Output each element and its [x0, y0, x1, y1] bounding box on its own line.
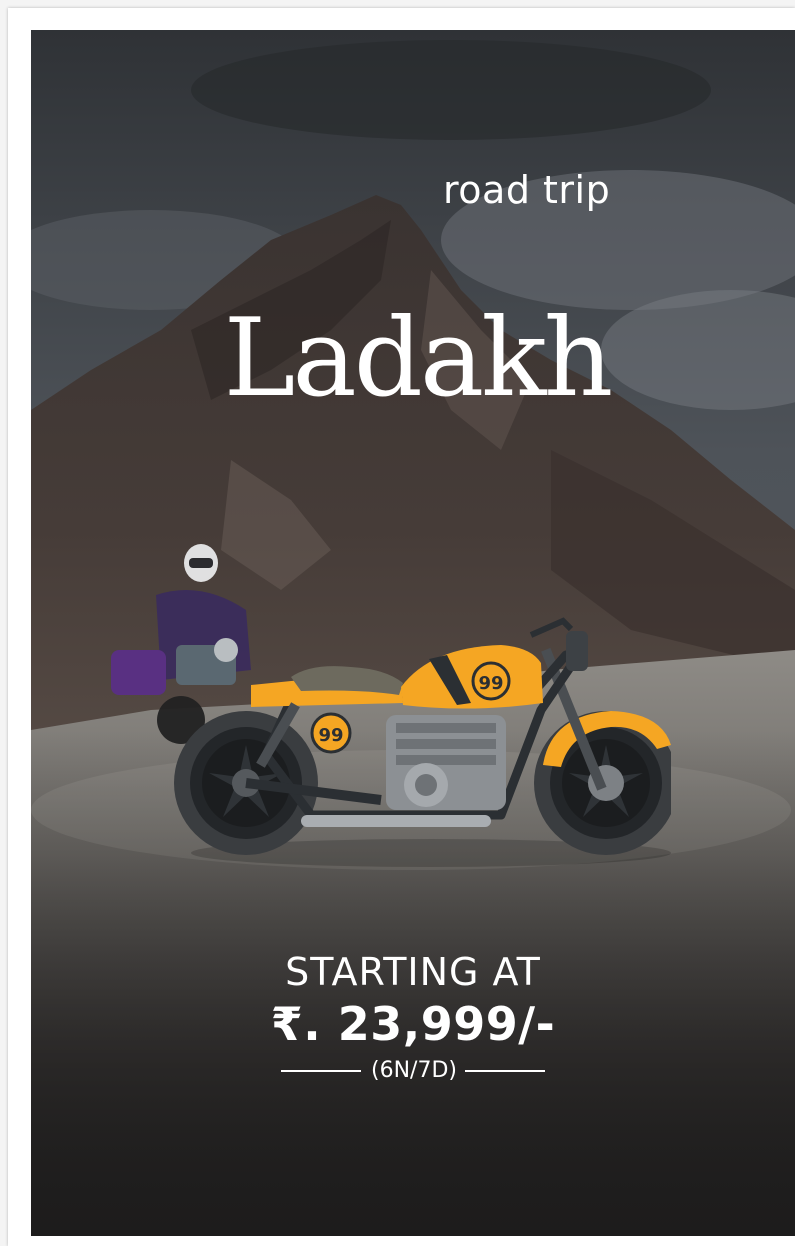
price-value: ₹. 23,999/- [270, 997, 556, 1051]
tour-poster: road trip Ladakh 99 99 STARTING AT ₹. 23… [31, 30, 795, 1236]
starting-at-label: STARTING AT [285, 950, 541, 994]
destination-title: Ladakh [223, 296, 614, 421]
tank-number-plate: 99 [478, 673, 503, 694]
price-block: STARTING AT ₹. 23,999/- (6N/7D) [31, 950, 795, 1086]
engine [386, 715, 506, 810]
motorcycle-icon: 99 99 [174, 617, 671, 867]
duration-row: (6N/7D) [31, 1056, 795, 1086]
side-number-plate: 99 [318, 725, 343, 746]
duration-label: (6N/7D) [371, 1058, 457, 1083]
right-divider [464, 1070, 545, 1072]
left-divider [281, 1070, 361, 1072]
trip-type-label: road trip [443, 168, 611, 212]
